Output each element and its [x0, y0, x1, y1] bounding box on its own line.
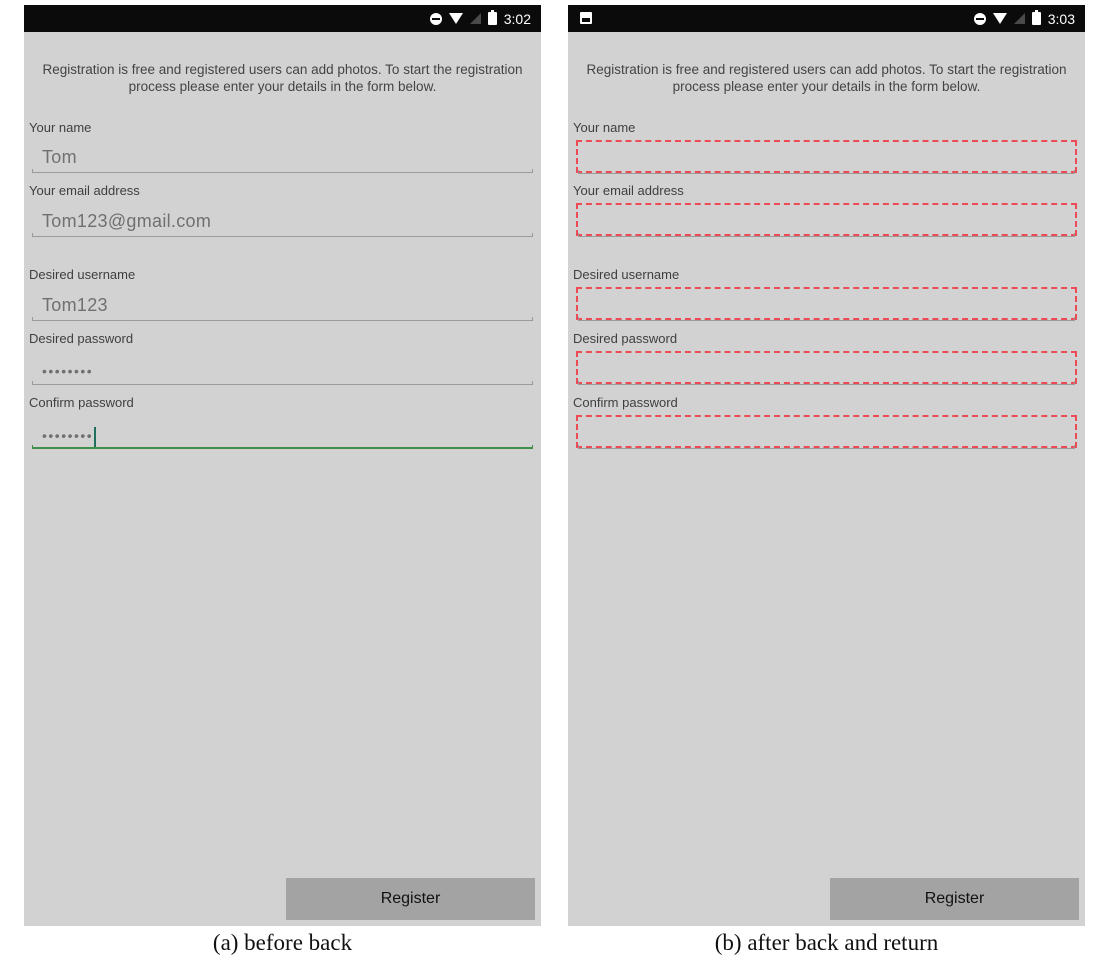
password-field[interactable] [576, 351, 1077, 385]
status-bar: 3:03 [568, 5, 1085, 32]
username-label: Desired username [29, 267, 136, 282]
status-time: 3:03 [1047, 10, 1075, 27]
caption-after-back-and-return: (b) after back and return [714, 930, 939, 955]
register-button[interactable]: Register [830, 878, 1079, 920]
username-value: Tom123 [42, 295, 108, 315]
email-label: Your email address [573, 183, 684, 198]
confirm-password-value: •••••••• [42, 427, 94, 444]
name-field[interactable]: Tom [32, 143, 533, 173]
status-time: 3:02 [503, 10, 531, 27]
field-underline [32, 381, 533, 385]
confirm-password-label: Confirm password [29, 395, 134, 410]
screen-before-back: 3:02 Registration is free and registered… [24, 5, 541, 926]
email-field[interactable]: Tom123@gmail.com [32, 207, 533, 237]
name-field[interactable] [576, 140, 1077, 174]
status-icons: 3:02 [429, 5, 531, 32]
field-underline [32, 233, 533, 237]
do-not-disturb-icon [429, 12, 442, 25]
confirm-password-field[interactable] [576, 415, 1077, 449]
field-underline [32, 317, 533, 321]
text-cursor [94, 427, 97, 447]
wifi-icon [448, 13, 463, 24]
wifi-icon [992, 13, 1007, 24]
field-underline [32, 169, 533, 173]
registration-intro: Registration is free and registered user… [42, 62, 523, 94]
field-underline [578, 381, 1075, 385]
registration-intro: Registration is free and registered user… [586, 62, 1067, 94]
status-icons: 3:03 [973, 5, 1075, 32]
battery-icon [487, 10, 497, 25]
email-field[interactable] [576, 203, 1077, 237]
field-underline [578, 170, 1075, 174]
signal-icon [1013, 13, 1025, 24]
username-field[interactable]: Tom123 [32, 291, 533, 321]
field-underline [32, 445, 533, 449]
register-button[interactable]: Register [286, 878, 535, 920]
email-value: Tom123@gmail.com [42, 211, 212, 231]
password-label: Desired password [29, 331, 134, 346]
username-label: Desired username [573, 267, 680, 282]
name-value: Tom [42, 147, 77, 167]
field-underline [578, 233, 1075, 237]
do-not-disturb-icon [973, 12, 986, 25]
name-label: Your name [573, 120, 636, 135]
confirm-password-field[interactable]: •••••••• [32, 419, 533, 449]
screen-after-back-and-return: 3:03 Registration is free and registered… [568, 5, 1085, 926]
field-underline [578, 317, 1075, 321]
password-field[interactable]: •••••••• [32, 355, 533, 385]
caption-before-back: (a) before back [212, 930, 353, 955]
battery-icon [1031, 10, 1041, 25]
signal-icon [469, 13, 481, 24]
username-field[interactable] [576, 287, 1077, 321]
confirm-password-label: Confirm password [573, 395, 678, 410]
password-label: Desired password [573, 331, 678, 346]
status-bar: 3:02 [24, 5, 541, 32]
field-underline [578, 445, 1075, 449]
photo-notification-icon [580, 12, 592, 24]
password-value: •••••••• [42, 363, 94, 379]
email-label: Your email address [29, 183, 140, 198]
name-label: Your name [29, 120, 92, 135]
